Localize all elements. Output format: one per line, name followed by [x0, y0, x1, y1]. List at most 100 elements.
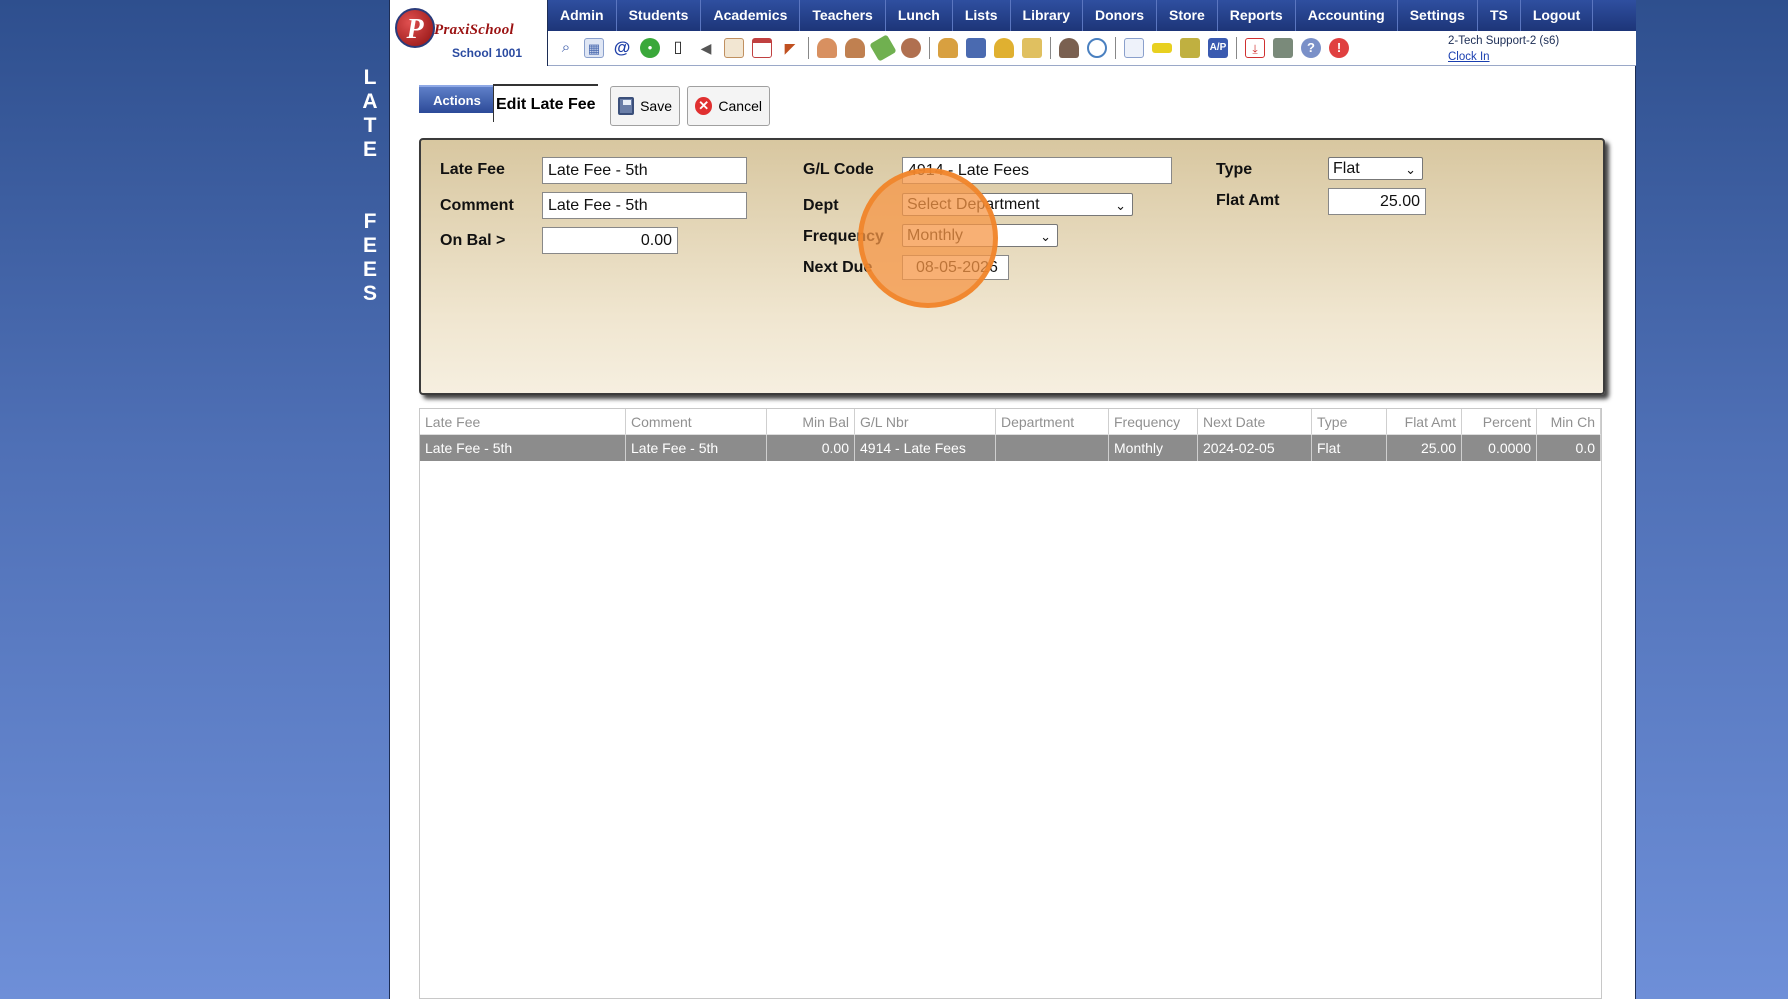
- chevron-down-icon: ⌄: [1040, 229, 1051, 244]
- comment-input[interactable]: Late Fee - 5th: [542, 192, 747, 219]
- lunch-icon[interactable]: [938, 38, 958, 58]
- column-header[interactable]: Next Date: [1198, 409, 1312, 434]
- gl-code-label: G/L Code: [803, 161, 874, 178]
- menu-settings[interactable]: Settings: [1398, 0, 1478, 31]
- column-header[interactable]: G/L Nbr: [855, 409, 996, 434]
- toolbar-separator: [1115, 37, 1116, 59]
- column-header[interactable]: Min Ch: [1537, 409, 1601, 434]
- megaphone-icon[interactable]: ◤: [780, 38, 800, 58]
- menu-admin[interactable]: Admin: [548, 0, 617, 31]
- column-header[interactable]: Comment: [626, 409, 767, 434]
- menu-lists[interactable]: Lists: [953, 0, 1011, 31]
- help-icon[interactable]: ?: [1301, 38, 1321, 58]
- table-header: Late Fee Comment Min Bal G/L Nbr Departm…: [420, 409, 1601, 435]
- table-cell: Late Fee - 5th: [420, 435, 626, 461]
- clock-icon[interactable]: [1087, 38, 1107, 58]
- side-title-letter: T: [363, 114, 377, 137]
- menu-donors[interactable]: Donors: [1083, 0, 1157, 31]
- actions-tab[interactable]: Actions: [419, 85, 495, 113]
- table-cell: 0.0: [1537, 435, 1601, 461]
- grid-icon[interactable]: ▦: [584, 38, 604, 58]
- toolbar: ⌕ ▦ @ • ▯ ◀ ◤ A/P ⤓ ? ! 2-Tech Support-2…: [548, 31, 1636, 66]
- search-icon[interactable]: ⌕: [556, 38, 576, 58]
- menu-library[interactable]: Library: [1011, 0, 1083, 31]
- toolbar-separator: [1050, 37, 1051, 59]
- cancel-button-label: Cancel: [718, 98, 762, 114]
- chat-icon[interactable]: •: [640, 38, 660, 58]
- on-bal-input[interactable]: 0.00: [542, 227, 678, 254]
- column-header[interactable]: Type: [1312, 409, 1387, 434]
- table-cell: Late Fee - 5th: [626, 435, 767, 461]
- main-page: P PraxiSchool School 1001 Admin Students…: [389, 0, 1636, 999]
- people-icon[interactable]: [901, 38, 921, 58]
- ap-icon[interactable]: A/P: [1208, 38, 1228, 58]
- side-title-letter: F: [363, 210, 377, 233]
- save-button-label: Save: [640, 98, 672, 114]
- gl-code-input[interactable]: 4914 - Late Fees: [902, 157, 1172, 184]
- column-header[interactable]: Department: [996, 409, 1109, 434]
- menu-accounting[interactable]: Accounting: [1296, 0, 1398, 31]
- dept-select[interactable]: Select Department ⌄: [902, 193, 1133, 216]
- table-cell: [996, 435, 1109, 461]
- frequency-label: Frequency: [803, 228, 884, 245]
- column-header[interactable]: Frequency: [1109, 409, 1198, 434]
- menu-students[interactable]: Students: [617, 0, 702, 31]
- at-icon[interactable]: @: [612, 38, 632, 58]
- column-header[interactable]: Percent: [1462, 409, 1537, 434]
- flat-amt-label: Flat Amt: [1216, 192, 1280, 209]
- table-cell: 0.0000: [1462, 435, 1537, 461]
- column-header[interactable]: Min Bal: [767, 409, 855, 434]
- flat-amt-input[interactable]: 25.00: [1328, 188, 1426, 215]
- book-icon[interactable]: [966, 38, 986, 58]
- side-title-letter: E: [362, 234, 377, 257]
- toolbar-separator: [808, 37, 809, 59]
- late-fee-label: Late Fee: [440, 161, 505, 178]
- type-select[interactable]: Flat ⌄: [1328, 157, 1423, 180]
- type-label: Type: [1216, 161, 1253, 178]
- phone-icon[interactable]: ▯: [668, 38, 688, 58]
- school-name: School 1001: [452, 46, 523, 60]
- printer-icon[interactable]: [1180, 38, 1200, 58]
- register-icon[interactable]: [1273, 38, 1293, 58]
- speaker-icon[interactable]: ◀: [696, 38, 716, 58]
- dept-label: Dept: [803, 197, 839, 214]
- money-icon[interactable]: [869, 34, 897, 62]
- close-icon: ✕: [695, 97, 713, 115]
- late-fee-input[interactable]: Late Fee - 5th: [542, 157, 747, 184]
- menu-reports[interactable]: Reports: [1218, 0, 1296, 31]
- user-info: 2-Tech Support-2 (s6) Clock In: [1448, 33, 1559, 65]
- next-due-input[interactable]: 08-05-2026: [902, 255, 1009, 280]
- menu-teachers[interactable]: Teachers: [800, 0, 886, 31]
- frequency-select[interactable]: Monthly ⌄: [902, 224, 1058, 247]
- calendar-grid-icon[interactable]: [724, 38, 744, 58]
- column-header[interactable]: Flat Amt: [1387, 409, 1462, 434]
- person-icon[interactable]: [845, 38, 865, 58]
- teacher-icon[interactable]: [1059, 38, 1079, 58]
- menu-ts[interactable]: TS: [1478, 0, 1521, 31]
- menu-lunch[interactable]: Lunch: [886, 0, 953, 31]
- table-row[interactable]: Late Fee - 5th Late Fee - 5th 0.00 4914 …: [420, 435, 1601, 461]
- table-cell: Flat: [1312, 435, 1387, 461]
- on-bal-label: On Bal >: [440, 232, 506, 249]
- menu-logout[interactable]: Logout: [1521, 0, 1594, 31]
- envelope-icon[interactable]: [1022, 38, 1042, 58]
- card-icon[interactable]: [1152, 43, 1172, 53]
- table-cell: 25.00: [1387, 435, 1462, 461]
- calendar-icon[interactable]: [752, 38, 772, 58]
- person-add-icon[interactable]: [817, 38, 837, 58]
- side-title-letter: E: [362, 138, 377, 161]
- save-icon: [618, 97, 635, 115]
- pdf-icon[interactable]: ⤓: [1245, 38, 1265, 58]
- column-header[interactable]: Late Fee: [420, 409, 626, 434]
- menu-academics[interactable]: Academics: [701, 0, 801, 31]
- chevron-down-icon: ⌄: [1405, 162, 1416, 177]
- page-title: Edit Late Fee: [493, 84, 598, 122]
- save-button[interactable]: Save: [610, 86, 680, 126]
- cancel-button[interactable]: ✕ Cancel: [687, 86, 770, 126]
- menu-store[interactable]: Store: [1157, 0, 1218, 31]
- power-icon[interactable]: !: [1329, 38, 1349, 58]
- bell-icon[interactable]: [994, 38, 1014, 58]
- app-logo[interactable]: P PraxiSchool School 1001: [390, 0, 548, 66]
- clock-in-link[interactable]: Clock In: [1448, 49, 1559, 65]
- report-icon[interactable]: [1124, 38, 1144, 58]
